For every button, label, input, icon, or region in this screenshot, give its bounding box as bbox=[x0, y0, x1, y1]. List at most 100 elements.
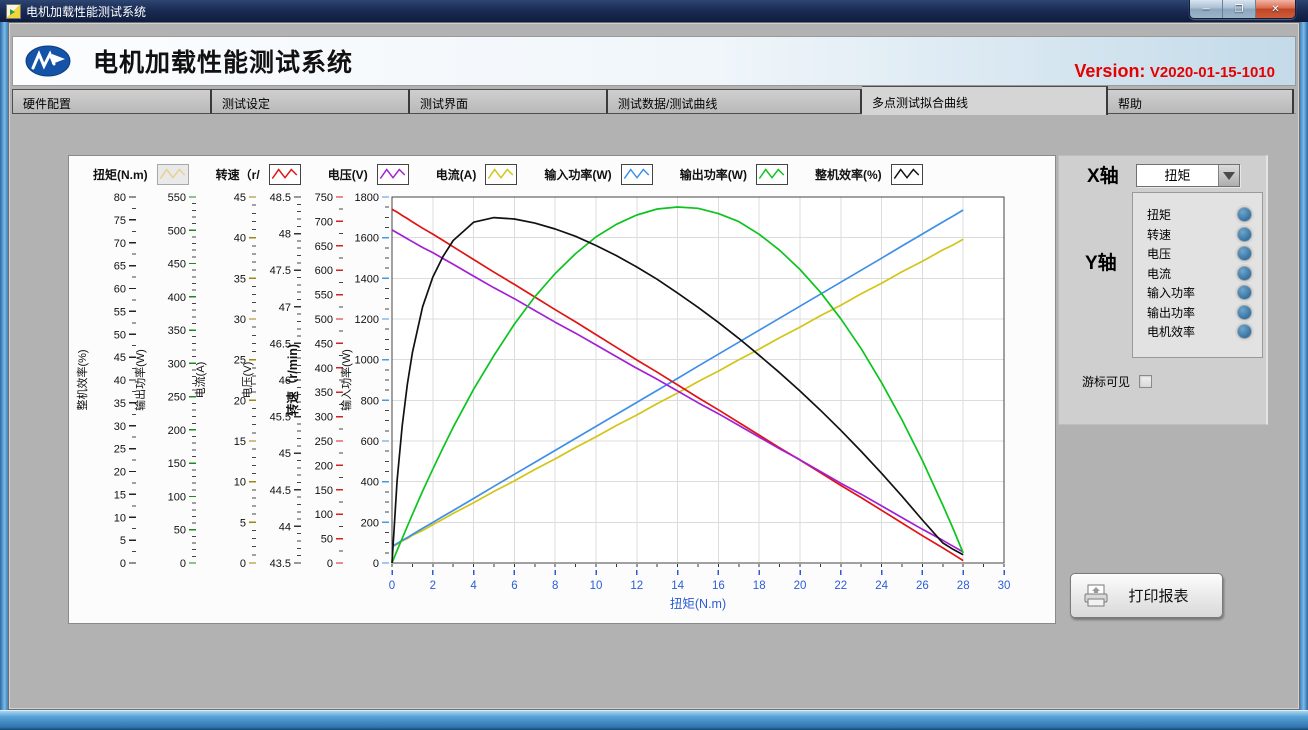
version-label: Version: bbox=[1074, 61, 1145, 81]
legend-swatch-icon[interactable] bbox=[756, 164, 788, 185]
svg-text:500: 500 bbox=[315, 314, 333, 326]
legend-item: 输入功率(W) bbox=[544, 164, 652, 185]
legend-label: 扭矩(N.m) bbox=[93, 166, 148, 183]
svg-text:200: 200 bbox=[361, 517, 379, 529]
svg-text:30: 30 bbox=[998, 580, 1011, 592]
legend-item: 扭矩(N.m) bbox=[93, 164, 189, 185]
svg-text:50: 50 bbox=[321, 534, 333, 546]
fit-curve-chart-panel: 05101520253035404550556065707580整机效率(%)0… bbox=[68, 155, 1056, 624]
legend-swatch-icon[interactable] bbox=[269, 164, 301, 185]
svg-text:300: 300 bbox=[168, 358, 186, 370]
svg-text:750: 750 bbox=[315, 192, 333, 204]
y-axis-item-label: 输出功率 bbox=[1147, 304, 1237, 321]
svg-text:45: 45 bbox=[279, 448, 291, 460]
svg-text:2: 2 bbox=[430, 580, 436, 592]
y-axis-list-row: 电流 bbox=[1133, 264, 1262, 284]
y-axis-enable-led[interactable] bbox=[1237, 266, 1252, 281]
svg-text:0: 0 bbox=[180, 558, 186, 570]
tab-test-settings[interactable]: 测试设定 bbox=[212, 89, 410, 114]
tab-help[interactable]: 帮助 bbox=[1108, 89, 1294, 114]
print-report-button[interactable]: 打印报表 bbox=[1070, 573, 1223, 618]
legend-swatch-icon[interactable] bbox=[891, 164, 923, 185]
svg-text:转速（r/min): 转速（r/min) bbox=[285, 344, 300, 416]
svg-text:20: 20 bbox=[114, 467, 126, 479]
svg-text:35: 35 bbox=[114, 398, 126, 410]
version-value: V2020-01-15-1010 bbox=[1150, 64, 1275, 81]
y-axis-enable-led[interactable] bbox=[1237, 227, 1252, 242]
svg-text:输出功率(W): 输出功率(W) bbox=[133, 349, 147, 411]
svg-text:35: 35 bbox=[234, 273, 246, 285]
svg-text:45: 45 bbox=[114, 352, 126, 364]
svg-text:450: 450 bbox=[315, 338, 333, 350]
svg-text:65: 65 bbox=[114, 261, 126, 273]
minimize-button[interactable]: ─ bbox=[1190, 0, 1223, 18]
version-text: Version: V2020-01-15-1010 bbox=[1074, 61, 1275, 82]
svg-text:整机效率(%): 整机效率(%) bbox=[75, 349, 89, 410]
y-axis-enable-led[interactable] bbox=[1237, 324, 1252, 339]
legend-swatch-icon[interactable] bbox=[485, 164, 517, 185]
y-axis-list-row: 电机效率 bbox=[1133, 322, 1262, 342]
svg-text:450: 450 bbox=[168, 259, 186, 271]
svg-text:44: 44 bbox=[279, 521, 291, 533]
maximize-button[interactable]: ❐ bbox=[1223, 0, 1256, 18]
legend-swatch-icon[interactable] bbox=[621, 164, 653, 185]
legend-item: 电流(A) bbox=[436, 164, 518, 185]
close-button[interactable]: ✕ bbox=[1256, 0, 1295, 18]
legend-label: 转速（r/ bbox=[216, 166, 260, 183]
svg-text:550: 550 bbox=[168, 192, 186, 204]
cursor-visible-checkbox[interactable] bbox=[1139, 375, 1152, 388]
legend-label: 电流(A) bbox=[436, 166, 477, 183]
svg-text:47.5: 47.5 bbox=[270, 265, 291, 277]
svg-text:40: 40 bbox=[234, 233, 246, 245]
svg-text:0: 0 bbox=[389, 580, 395, 592]
y-axis-enable-led[interactable] bbox=[1237, 207, 1252, 222]
y-axis-enable-led[interactable] bbox=[1237, 285, 1252, 300]
legend-swatch-icon[interactable] bbox=[377, 164, 409, 185]
svg-text:1400: 1400 bbox=[355, 273, 379, 285]
legend-label: 电压(V) bbox=[328, 166, 368, 183]
svg-text:400: 400 bbox=[168, 292, 186, 304]
svg-text:30: 30 bbox=[234, 314, 246, 326]
cursor-visible-label: 游标可见 bbox=[1082, 373, 1130, 390]
svg-text:44.5: 44.5 bbox=[270, 485, 291, 497]
app-icon bbox=[6, 4, 21, 19]
print-report-label: 打印报表 bbox=[1109, 585, 1222, 606]
window-border-left bbox=[0, 22, 8, 710]
legend-swatch-icon[interactable] bbox=[157, 164, 189, 185]
svg-text:20: 20 bbox=[794, 580, 807, 592]
svg-text:47: 47 bbox=[279, 302, 291, 314]
title-bar: 电机加载性能测试系统 ─ ❐ ✕ bbox=[0, 0, 1308, 22]
svg-text:15: 15 bbox=[234, 436, 246, 448]
svg-text:6: 6 bbox=[511, 580, 517, 592]
svg-text:80: 80 bbox=[114, 192, 126, 204]
window-border-bottom bbox=[0, 710, 1308, 730]
y-axis-enable-led[interactable] bbox=[1237, 246, 1252, 261]
tab-test-interface[interactable]: 测试界面 bbox=[410, 89, 608, 114]
svg-text:200: 200 bbox=[315, 460, 333, 472]
printer-icon bbox=[1083, 583, 1109, 609]
legend-item: 整机效率(%) bbox=[815, 164, 923, 185]
y-axis-item-label: 电压 bbox=[1147, 245, 1237, 262]
svg-text:10: 10 bbox=[114, 512, 126, 524]
x-axis-ring-selector[interactable]: 扭矩 bbox=[1136, 164, 1240, 187]
svg-text:150: 150 bbox=[168, 458, 186, 470]
svg-text:26: 26 bbox=[916, 580, 929, 592]
svg-text:电流(A): 电流(A) bbox=[193, 362, 207, 399]
svg-text:43.5: 43.5 bbox=[270, 558, 291, 570]
tab-hardware-config[interactable]: 硬件配置 bbox=[12, 89, 212, 114]
ring-dropdown-button[interactable] bbox=[1218, 165, 1239, 186]
svg-text:0: 0 bbox=[240, 558, 246, 570]
tab-multipoint-fit-curve[interactable]: 多点测试拟合曲线 bbox=[862, 86, 1108, 115]
x-axis-selector-label: X轴 bbox=[1087, 161, 1119, 188]
svg-text:350: 350 bbox=[168, 325, 186, 337]
tab-test-data-curves[interactable]: 测试数据/测试曲线 bbox=[608, 89, 862, 114]
header: 电机加载性能测试系统 Version: V2020-01-15-1010 bbox=[12, 36, 1296, 86]
y-axis-enable-led[interactable] bbox=[1237, 305, 1252, 320]
legend-label: 整机效率(%) bbox=[815, 166, 882, 183]
legend-label: 输出功率(W) bbox=[680, 166, 747, 183]
svg-text:250: 250 bbox=[168, 392, 186, 404]
svg-text:650: 650 bbox=[315, 241, 333, 253]
svg-text:500: 500 bbox=[168, 225, 186, 237]
y-axis-list-row: 转速 bbox=[1133, 225, 1262, 245]
application-window: 电机加载性能测试系统 ─ ❐ ✕ 电机加载性能测试系统 Version: V20… bbox=[0, 0, 1308, 730]
